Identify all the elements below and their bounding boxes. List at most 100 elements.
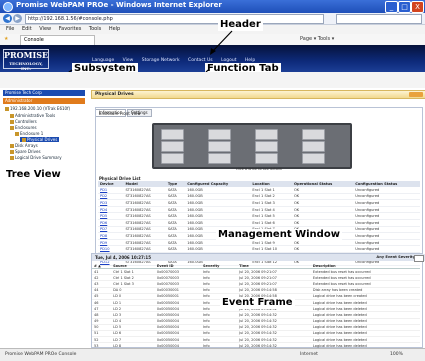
event-frame: Tue, Jul 4, 2006 10:27:15 Any Event Seve… <box>91 253 425 356</box>
table-cell: Encl 1 Slot 5 <box>250 212 292 220</box>
drive-bay[interactable] <box>208 153 231 164</box>
table-row[interactable]: PD2 ST3160827AS SATA 160.0GB Encl 1 Slot 2 OK… <box>98 193 420 201</box>
table-cell: OK <box>291 245 354 253</box>
table-row[interactable]: PD10 ST3160827AS SATA 160.0GB Encl 1 Slot 10… <box>98 245 420 253</box>
table-cell: 160.0GB <box>185 193 251 201</box>
table-row[interactable]: PD5 ST3160827AS SATA 160.0GB Encl 1 Slot 5 OK… <box>98 212 420 220</box>
drive-bay[interactable] <box>302 129 325 140</box>
logical-drive-icon <box>10 156 14 160</box>
table-cell: Encl 1 Slot 6 <box>250 219 292 227</box>
table-cell: ST3160827AS <box>123 212 166 220</box>
tree-view: Promise Tech Corp Administrator 192.168.… <box>0 88 88 348</box>
table-cell: Encl 1 Slot 10 <box>250 245 292 253</box>
drive-link[interactable]: PD9 <box>98 239 124 247</box>
drive-icon <box>22 138 26 142</box>
browser-window: Promise WebPAM PROe - Windows Internet E… <box>0 0 425 361</box>
table-row[interactable]: PD4 ST3160827AS SATA 160.0GB Encl 1 Slot 4 OK… <box>98 206 420 214</box>
table-cell: 160.0GB <box>185 206 251 214</box>
callout-management-window: Management Window <box>216 229 342 241</box>
physical-drives-panel: Enclosure Front View click a drive to se… <box>95 107 423 267</box>
table-cell: ST3160827AS <box>123 206 166 214</box>
table-cell: OK <box>291 199 354 207</box>
table-cell: Unconfigured <box>353 206 420 214</box>
drive-link[interactable]: PD6 <box>98 219 124 227</box>
table-cell: Unconfigured <box>353 219 420 227</box>
drive-link[interactable]: PD8 <box>98 232 124 240</box>
drive-link[interactable]: PD3 <box>98 199 124 207</box>
table-cell: 160.0GB <box>185 199 251 207</box>
status-bar: Promise WebPAM PROe Console Internet 100… <box>0 348 425 361</box>
drive-bay[interactable] <box>161 141 184 152</box>
drive-link[interactable]: PD2 <box>98 193 124 201</box>
panel-title: Physical Drives <box>91 90 425 99</box>
help-button[interactable] <box>409 92 423 97</box>
table-cell: Unconfigured <box>353 193 420 201</box>
tree-item-subsystem[interactable]: 192.168.200.10 (VTrak E610f) <box>5 106 70 111</box>
table-cell: SATA <box>165 199 186 207</box>
management-window: Physical Drives Information Settings Encl… <box>87 88 425 356</box>
table-cell: 160.0GB <box>185 245 251 253</box>
tree-item-disk-arrays[interactable]: Disk Arrays <box>10 143 38 148</box>
table-cell: ST3160827AS <box>123 193 166 201</box>
function-tabs: Information Settings <box>95 99 153 117</box>
tree-item-controllers[interactable]: Controllers <box>10 119 37 124</box>
table-cell: Encl 1 Slot 3 <box>250 199 292 207</box>
table-cell: Encl 1 Slot 4 <box>250 206 292 214</box>
table-cell: SATA <box>165 193 186 201</box>
callout-event-frame: Event Frame <box>220 297 295 309</box>
table-cell: ST3160827AS <box>123 245 166 253</box>
table-cell: SATA <box>165 219 186 227</box>
drive-bay[interactable] <box>255 129 278 140</box>
table-cell: OK <box>291 219 354 227</box>
event-severity-label: Any Event Severity <box>376 255 415 259</box>
table-cell: Unconfigured <box>353 245 420 253</box>
drive-bay[interactable] <box>161 153 184 164</box>
table-cell: OK <box>291 212 354 220</box>
security-zone: Internet <box>300 352 318 357</box>
drive-link[interactable]: PD10 <box>98 245 124 253</box>
drive-bay[interactable] <box>302 141 325 152</box>
table-cell: Unconfigured <box>353 199 420 207</box>
tools-icon <box>10 114 14 118</box>
drive-bay[interactable] <box>208 141 231 152</box>
drive-bay[interactable] <box>255 141 278 152</box>
table-row[interactable]: PD6 ST3160827AS SATA 160.0GB Encl 1 Slot 6 OK… <box>98 219 420 227</box>
drive-bay[interactable] <box>302 153 325 164</box>
table-cell: SATA <box>165 206 186 214</box>
tree-item-logical-drive-summary[interactable]: Logical Drive Summary <box>10 155 62 160</box>
event-frame-header: Tue, Jul 4, 2006 10:27:15 Any Event Seve… <box>92 254 425 262</box>
spare-icon <box>10 150 14 154</box>
table-cell: SATA <box>165 232 186 240</box>
table-cell: ST3160827AS <box>123 219 166 227</box>
enclosure-note: click a drive to see details <box>236 167 282 171</box>
severity-select[interactable] <box>414 255 424 262</box>
table-row[interactable]: PD3 ST3160827AS SATA 160.0GB Encl 1 Slot 3 OK… <box>98 199 420 207</box>
tree-item-administrator[interactable]: Administrator <box>3 98 85 104</box>
zoom-level[interactable]: 100% <box>390 349 403 361</box>
table-cell: SATA <box>165 226 186 234</box>
enclosure-front-view[interactable] <box>152 123 352 169</box>
drive-link[interactable]: PD4 <box>98 206 124 214</box>
tree-item-enclosure-1[interactable]: Enclosure 1 <box>15 131 43 136</box>
drive-bay[interactable] <box>255 153 278 164</box>
drive-link[interactable]: PD7 <box>98 226 124 234</box>
tree-item-spare-drives[interactable]: Spare Drives <box>10 149 41 154</box>
tree-item-admin-tools[interactable]: Administrative Tools <box>10 113 55 118</box>
enclosure-icon <box>10 126 14 130</box>
enclosure-icon <box>15 132 19 136</box>
table-cell: ST3160827AS <box>123 239 166 247</box>
tree-item-enclosures[interactable]: Enclosures <box>10 125 37 130</box>
drive-bay[interactable] <box>208 129 231 140</box>
table-cell: OK <box>291 206 354 214</box>
table-cell: Unconfigured <box>353 212 420 220</box>
controller-icon <box>10 120 14 124</box>
table-cell: SATA <box>165 239 186 247</box>
drive-bay[interactable] <box>161 129 184 140</box>
event-table: # ▲ Source Event ID Severity Time Description… <box>92 263 420 356</box>
tree-root[interactable]: Promise Tech Corp <box>3 90 85 96</box>
table-cell: 160.0GB <box>185 219 251 227</box>
drive-link[interactable]: PD5 <box>98 212 124 220</box>
status-text: Promise WebPAM PROe Console <box>5 352 77 357</box>
tree-item-physical-drives[interactable]: Physical Drives <box>20 137 60 142</box>
table-cell: SATA <box>165 212 186 220</box>
